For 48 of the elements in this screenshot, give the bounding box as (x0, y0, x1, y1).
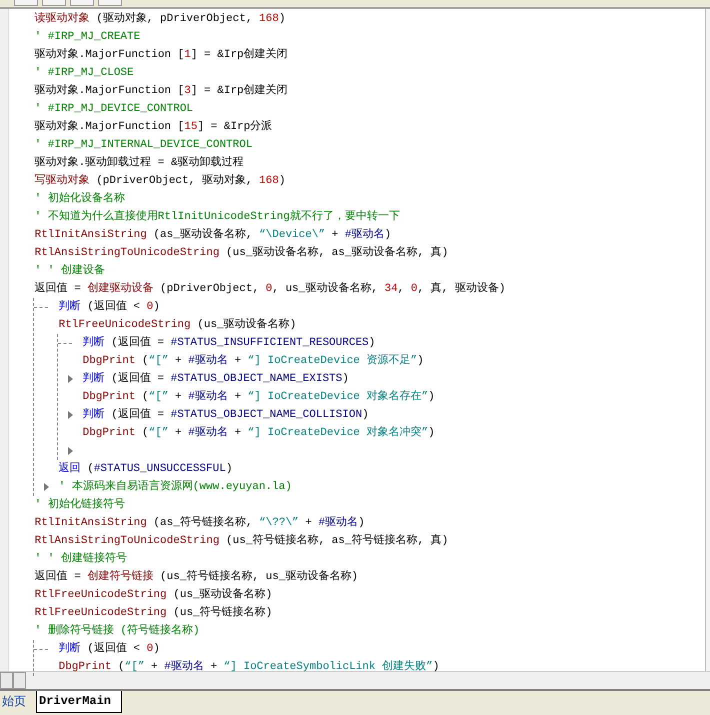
code-comment: ' 本源码来自易语言资源网(www.eyuyan.la) (58, 481, 292, 493)
code-line: 驱动对象.驱动卸载过程 = &驱动卸载过程 (34, 157, 244, 169)
code-line: 写驱动对象 (pDriverObject, 驱动对象, 168) (34, 175, 286, 187)
code-line: DbgPrint (“[” + #驱动名 + “] IoCreateDevice 对象名冲突”) (82, 427, 435, 439)
scroll-right-button[interactable] (13, 672, 26, 689)
code-line: DbgPrint (“[” + #驱动名 + “] IoCreateDevice 对象名存在”) (82, 391, 435, 403)
code-comment: ' #IRP_MJ_DEVICE_CONTROL (34, 103, 194, 115)
code-line: RtlAnsiStringToUnicodeString (us_驱动设备名称, as_驱动设备名称, 真) (34, 247, 448, 259)
code-line: 判断 (返回值 = #STATUS_OBJECT_NAME_COLLISION) (82, 409, 369, 421)
code-line: 读驱动对象 (驱动对象, pDriverObject, 168) (34, 13, 286, 25)
fold-arrow-icon (44, 483, 49, 491)
code-line: RtlAnsiStringToUnicodeString (us_符号链接名称, as_符号链接名称, 真) (34, 535, 448, 547)
toolbar-button[interactable] (14, 0, 38, 6)
editor-tab[interactable]: DriverMain (36, 691, 122, 713)
code-line: RtlFreeUnicodeString (us_驱动设备名称) (34, 589, 272, 601)
code-comment: ' 删除符号链接 (符号链接名称) (34, 625, 200, 637)
code-comment: ' #IRP_MJ_CLOSE (34, 67, 134, 79)
code-line: RtlInitAnsiString (as_驱动设备名称, “\Device\” + #驱动名) (34, 229, 392, 241)
scroll-left-button[interactable] (0, 672, 13, 689)
code-line: 判断 (返回值 < 0) (58, 643, 160, 655)
code-comment: ' 初始化链接符号 (34, 499, 125, 511)
code-line: DbgPrint (“[” + #驱动名 + “] IoCreateSymbolicLink 创建失败”) (58, 661, 440, 673)
code-line: RtlFreeUnicodeString (us_驱动设备名称) (58, 319, 296, 331)
toolbar-button[interactable] (98, 0, 122, 6)
code-line: DbgPrint (“[” + #驱动名 + “] IoCreateDevice 资源不足”) (82, 355, 424, 367)
fold-arrow-icon (68, 447, 73, 455)
code-line: 返回 (#STATUS_UNSUCCESSFUL) (58, 463, 232, 475)
fold-arrow-icon (68, 411, 73, 419)
toolbar-button[interactable] (70, 0, 94, 6)
code-comment: ' #IRP_MJ_INTERNAL_DEVICE_CONTROL (34, 139, 252, 151)
code-line: 返回值 = 创建符号链接 (us_符号链接名称, us_驱动设备名称) (34, 571, 358, 583)
code-line: 返回值 = 创建驱动设备 (pDriverObject, 0, us_驱动设备名称, 34, 0, 真, 驱动设备) (34, 283, 506, 295)
fold-arrow-icon (68, 375, 73, 383)
code-line: 判断 (返回值 = #STATUS_INSUFFICIENT_RESOURCES) (82, 337, 376, 349)
code-comment: ' ' 创建设备 (34, 265, 106, 277)
editor-tab[interactable]: 始页 (0, 691, 36, 712)
code-line: 驱动对象.MajorFunction [15] = &Irp分派 (34, 121, 272, 133)
code-comment: ' 不知道为什么直接使用RtlInitUnicodeString就不行了，要中转一下 (34, 211, 400, 223)
code-line: 驱动对象.MajorFunction [1] = &Irp创建关闭 (34, 49, 288, 61)
code-line: RtlInitAnsiString (as_符号链接名称, “\??\” + #驱动名) (34, 517, 365, 529)
code-line: 判断 (返回值 < 0) (58, 301, 160, 313)
code-line: 驱动对象.MajorFunction [3] = &Irp创建关闭 (34, 85, 288, 97)
code-comment: ' ' 创建链接符号 (34, 553, 128, 565)
toolbar-button[interactable] (42, 0, 66, 6)
code-line: RtlFreeUnicodeString (us_符号链接名称) (34, 607, 272, 619)
code-comment: ' #IRP_MJ_CREATE (34, 31, 140, 43)
code-line: 判断 (返回值 = #STATUS_OBJECT_NAME_EXISTS) (82, 373, 349, 385)
code-comment: ' 初始化设备名称 (34, 193, 125, 205)
